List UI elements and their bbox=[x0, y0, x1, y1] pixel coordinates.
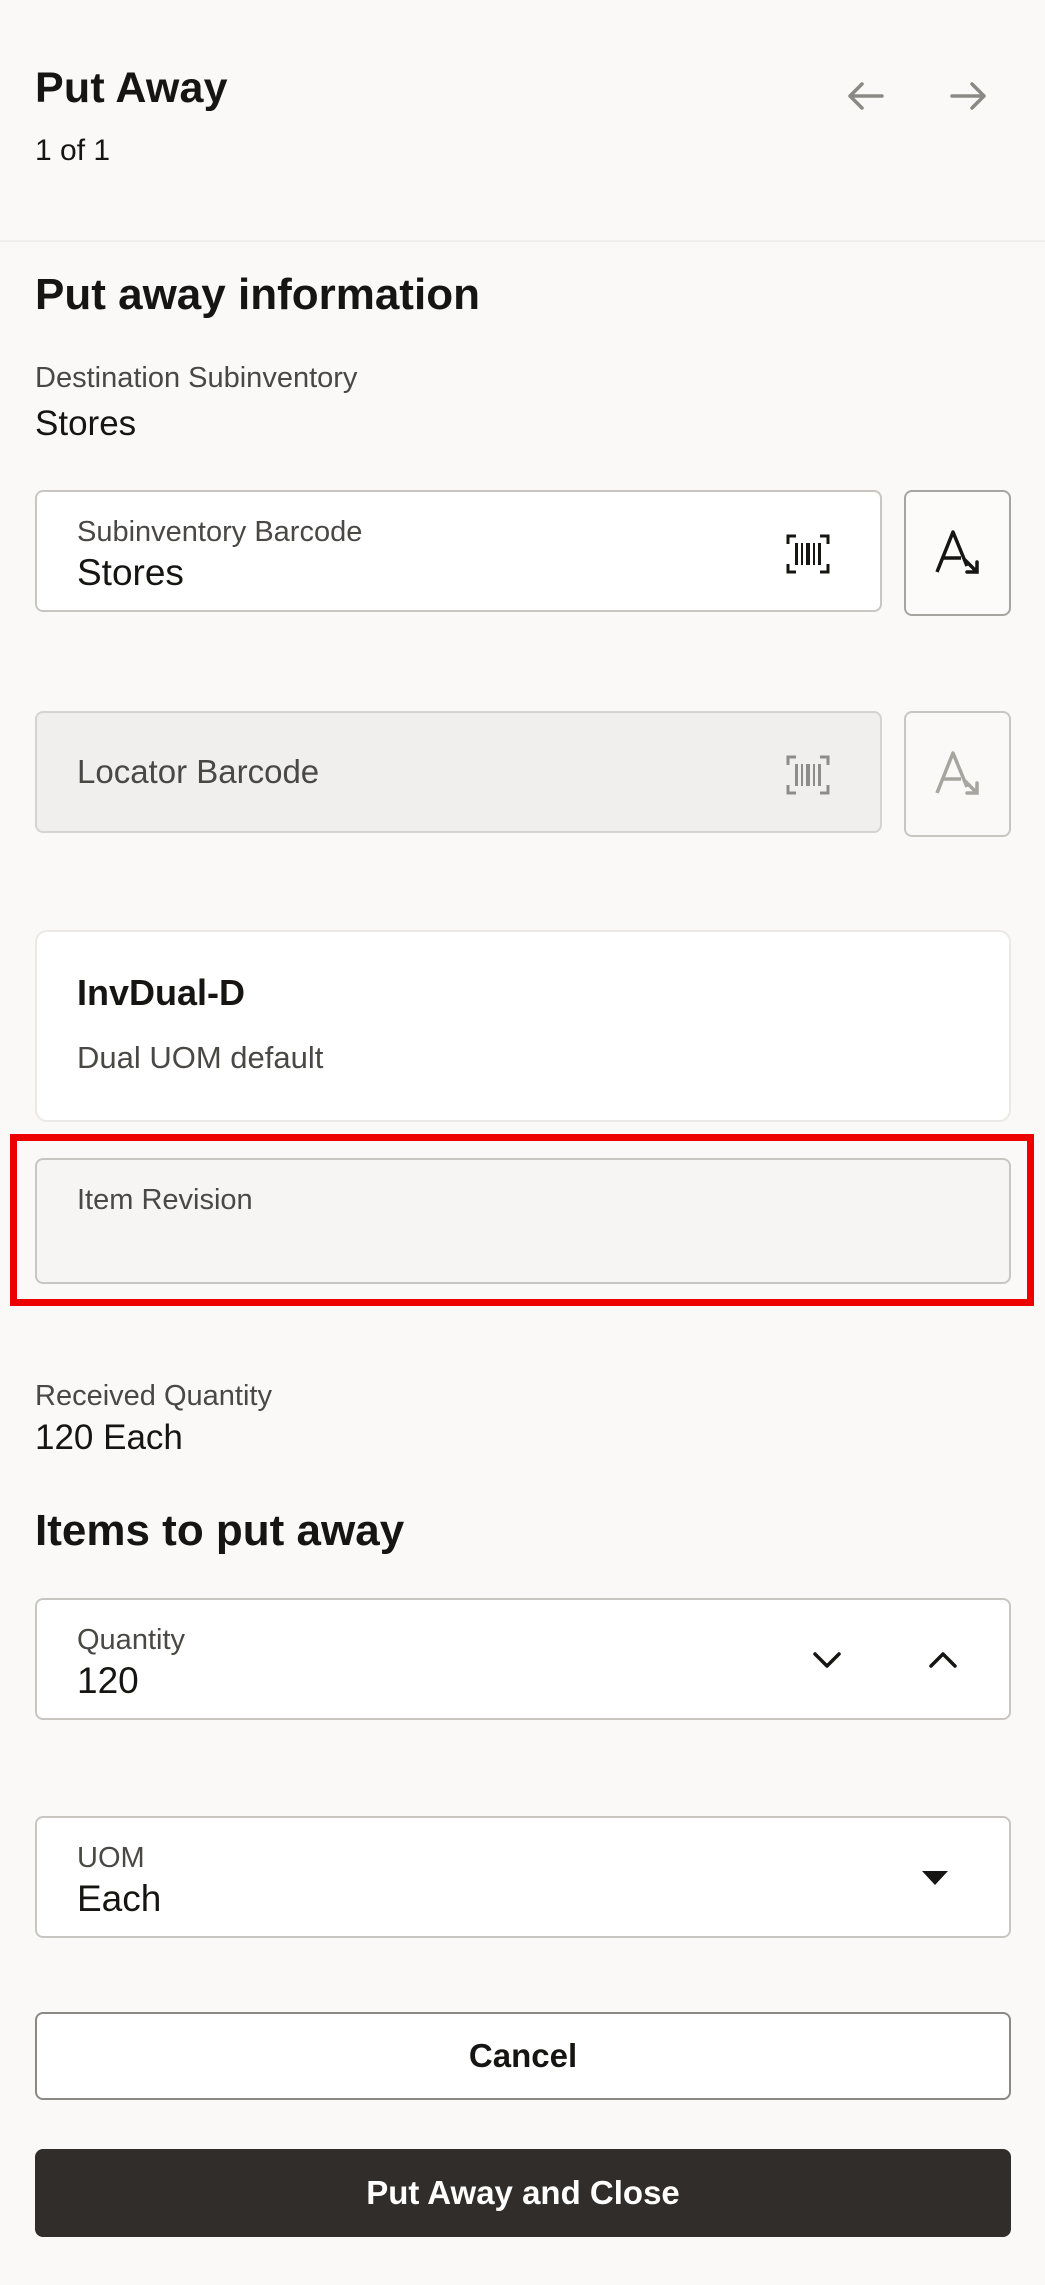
locator-select-button bbox=[904, 711, 1011, 837]
received-quantity-label: Received Quantity bbox=[35, 1380, 272, 1412]
received-quantity-value: 120 Each bbox=[35, 1418, 183, 1457]
cancel-button[interactable]: Cancel bbox=[35, 2012, 1011, 2100]
subinventory-barcode-label: Subinventory Barcode bbox=[77, 516, 363, 548]
item-card: InvDual-D Dual UOM default bbox=[35, 930, 1011, 1122]
subinventory-select-button[interactable] bbox=[904, 490, 1011, 616]
uom-select[interactable]: UOM Each bbox=[35, 1816, 1011, 1938]
next-button[interactable] bbox=[940, 68, 996, 124]
quantity-label: Quantity bbox=[77, 1624, 185, 1656]
item-revision-label: Item Revision bbox=[77, 1184, 253, 1216]
uom-value: Each bbox=[77, 1878, 162, 1919]
section-title-items-to-put-away: Items to put away bbox=[35, 1506, 405, 1555]
arrow-right-icon bbox=[950, 82, 986, 110]
increment-button[interactable] bbox=[913, 1630, 973, 1690]
section-title-putaway-info: Put away information bbox=[35, 270, 480, 319]
destination-subinventory-value: Stores bbox=[35, 404, 137, 443]
item-name: InvDual-D bbox=[77, 972, 246, 1013]
item-description: Dual UOM default bbox=[77, 1040, 324, 1075]
locator-barcode-label: Locator Barcode bbox=[77, 753, 320, 790]
quantity-stepper[interactable]: Quantity 120 bbox=[35, 1598, 1011, 1720]
chevron-down-icon bbox=[813, 1652, 841, 1668]
chevron-up-icon bbox=[929, 1652, 957, 1668]
barcode-scan-icon bbox=[786, 755, 830, 795]
uom-label: UOM bbox=[77, 1842, 145, 1874]
header-divider bbox=[0, 240, 1045, 242]
page-count: 1 of 1 bbox=[35, 134, 111, 167]
page-header: Put Away 1 of 1 bbox=[0, 0, 1045, 240]
text-select-icon bbox=[934, 751, 979, 795]
quantity-value[interactable]: 120 bbox=[77, 1660, 139, 1702]
decrement-button[interactable] bbox=[797, 1630, 857, 1690]
page-title: Put Away bbox=[35, 64, 228, 112]
locator-barcode-field: Locator Barcode bbox=[35, 711, 882, 833]
previous-button[interactable] bbox=[838, 68, 894, 124]
item-revision-field[interactable]: Item Revision bbox=[35, 1158, 1011, 1284]
arrow-left-icon bbox=[848, 82, 884, 110]
put-away-and-close-button[interactable]: Put Away and Close bbox=[35, 2149, 1011, 2237]
barcode-scan-icon[interactable] bbox=[786, 534, 830, 574]
destination-subinventory-label: Destination Subinventory bbox=[35, 362, 358, 394]
caret-down-icon[interactable] bbox=[915, 1858, 955, 1898]
subinventory-barcode-field[interactable]: Subinventory Barcode Stores bbox=[35, 490, 882, 612]
subinventory-barcode-value[interactable]: Stores bbox=[77, 552, 184, 594]
text-select-icon bbox=[934, 530, 979, 574]
